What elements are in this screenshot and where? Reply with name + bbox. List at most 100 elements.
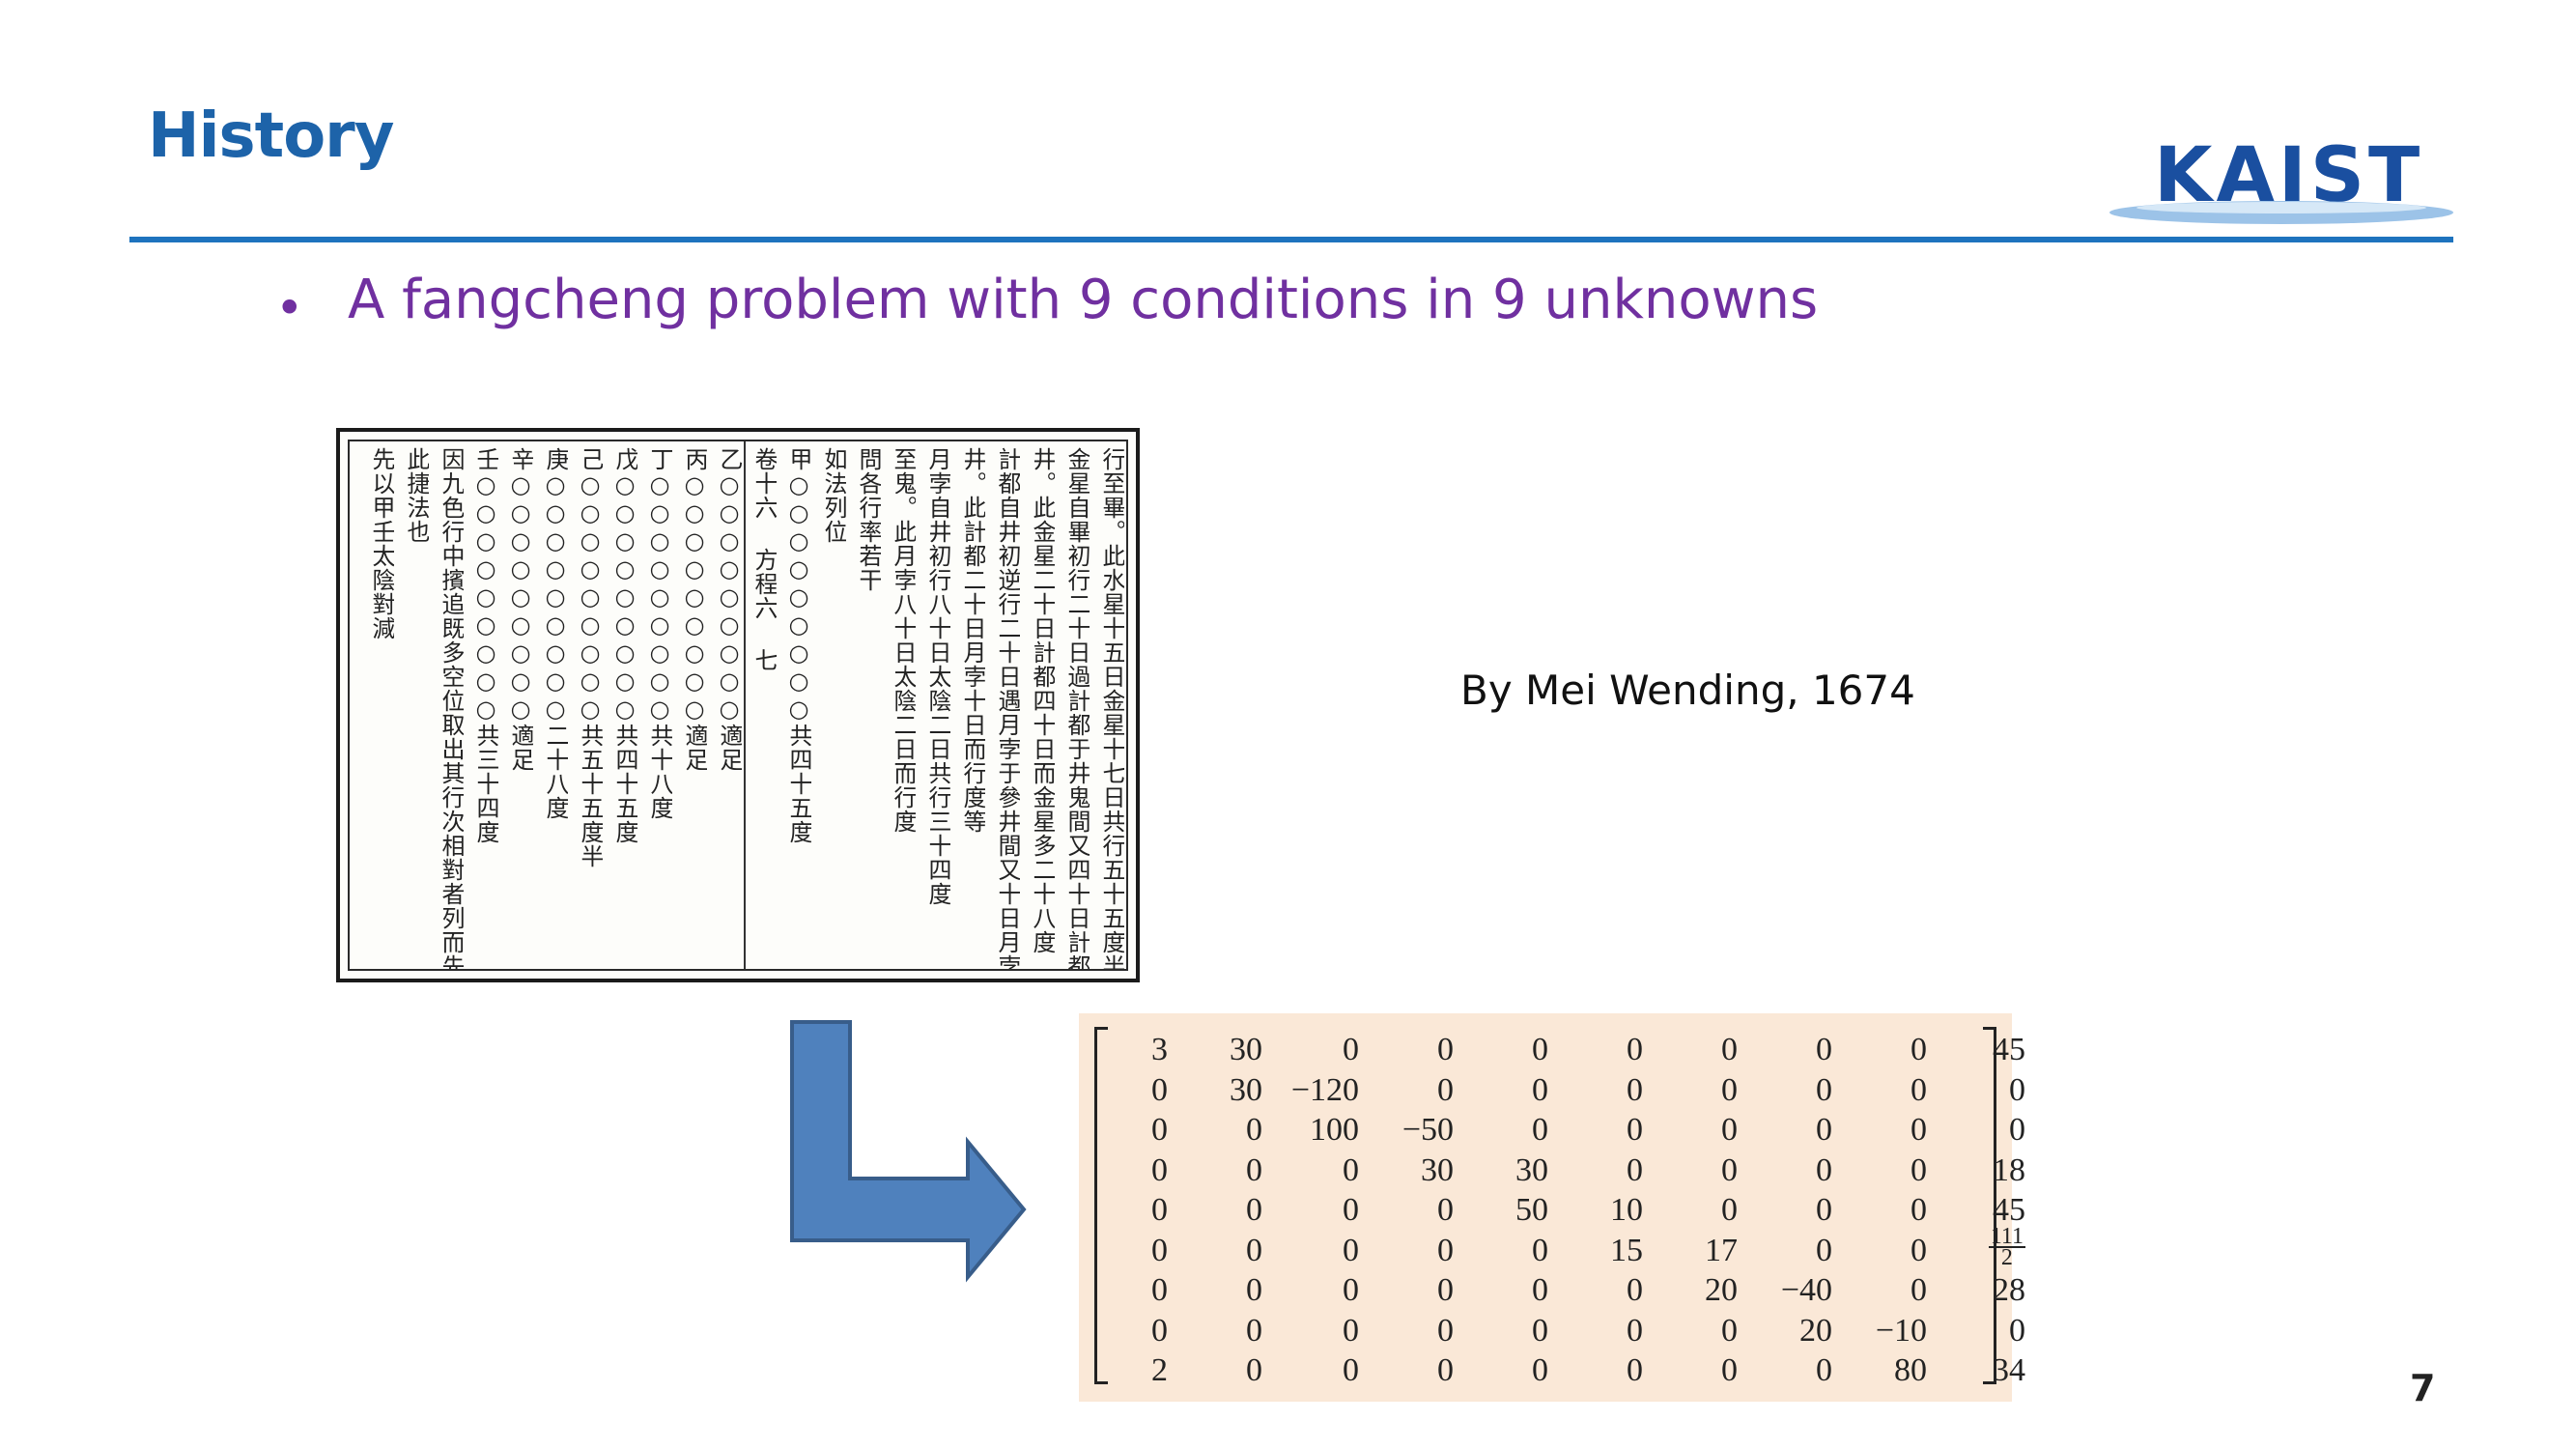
matrix-cell: 10 — [1610, 1192, 1643, 1228]
matrix-cell: 0 — [1721, 1071, 1738, 1108]
matrix-cell: 0 — [1151, 1232, 1168, 1268]
matrix-cell: 20 — [1799, 1312, 1832, 1349]
matrix-cell: 111 2 — [1988, 1223, 2025, 1270]
matrix-cell: 0 — [1816, 1071, 1832, 1108]
matrix-cell: 0 — [1343, 1032, 1359, 1067]
matrix-cell: 0 — [1721, 1192, 1738, 1228]
matrix-cell: 0 — [1627, 1071, 1643, 1108]
matrix-cell: 0 — [1246, 1192, 1262, 1228]
manuscript-image: 行至畢。此水星十五日金星十七日共行五十五度半 金星自畢初行二十日過計都于井鬼間又四… — [336, 428, 1140, 982]
matrix-cell: 0 — [1151, 1272, 1168, 1308]
matrix-cell: 50 — [1515, 1192, 1548, 1228]
logo-swoosh — [2109, 201, 2453, 224]
matrix-cell: 0 — [1437, 1032, 1454, 1067]
matrix-cell: 0 — [1532, 1112, 1548, 1148]
matrix-cell: −40 — [1780, 1272, 1832, 1308]
matrix-cell: 0 — [1721, 1312, 1738, 1349]
matrix-cell: 0 — [1911, 1232, 1927, 1268]
matrix-cell: 0 — [1816, 1151, 1832, 1188]
matrix-cell: 18 — [1993, 1151, 2025, 1188]
matrix-cell: 28 — [1993, 1272, 2025, 1308]
matrix-cell: 0 — [1816, 1352, 1832, 1388]
matrix-cell: 0 — [1437, 1232, 1454, 1268]
matrix-cell: 0 — [1911, 1272, 1927, 1308]
matrix-cell: 0 — [1721, 1032, 1738, 1067]
manuscript-column: 壬○○○○○○○○○共三十四度 — [472, 447, 498, 844]
manuscript-column: 行至畢。此水星十五日金星十七日共行五十五度半 — [1098, 447, 1124, 969]
matrix-cell: 0 — [1627, 1032, 1643, 1067]
matrix-cell: 0 — [1151, 1192, 1168, 1228]
matrix-cell: 0 — [1532, 1272, 1548, 1308]
manuscript-column: 井。此金星二十日計都四十日而金星多二十八度 — [1029, 447, 1055, 954]
manuscript-divider — [744, 441, 746, 969]
slide-title: History — [148, 100, 394, 172]
matrix-cell: −50 — [1401, 1112, 1454, 1148]
manuscript-column: 卷十六 方程六 七 — [750, 447, 777, 672]
matrix-cell: 0 — [1532, 1312, 1548, 1349]
matrix-cell: 20 — [1705, 1272, 1738, 1308]
manuscript-column: 甲○○○○○○○○○共四十五度 — [785, 447, 811, 844]
matrix-cell: 0 — [1437, 1352, 1454, 1388]
manuscript-column: 乙○○○○○○○○○適足 — [716, 447, 742, 772]
matrix-cell: 0 — [1151, 1312, 1168, 1349]
matrix-cell: 0 — [1246, 1151, 1262, 1188]
matrix-cell: 0 — [1343, 1272, 1359, 1308]
matrix-cell: 0 — [1532, 1071, 1548, 1108]
matrix-cell: 30 — [1230, 1071, 1262, 1108]
manuscript-column: 計都自井初逆行二十日遇月孛于參井間又十日月孛行至 — [994, 447, 1020, 969]
matrix-cell: 0 — [1627, 1272, 1643, 1308]
matrix-cell: 0 — [1246, 1352, 1262, 1388]
manuscript-column: 先以甲壬太陰對減 — [368, 447, 394, 640]
manuscript-column: 至鬼。此月孛八十日太陰二日而行度 — [890, 447, 916, 834]
matrix-cell: 0 — [1816, 1192, 1832, 1228]
matrix-cell: 0 — [1816, 1112, 1832, 1148]
matrix-cell: 0 — [1437, 1272, 1454, 1308]
matrix-cell: 30 — [1421, 1151, 1454, 1188]
manuscript-column: 丙○○○○○○○○○適足 — [681, 447, 707, 772]
matrix-cell: 80 — [1894, 1352, 1927, 1388]
matrix-cell: 0 — [1721, 1112, 1738, 1148]
matrix-cell: 0 — [2009, 1112, 2025, 1148]
matrix-cell: 2 — [1151, 1352, 1168, 1388]
manuscript-column: 金星自畢初行二十日過計都于井鬼間又四十日計都退至 — [1063, 447, 1090, 969]
matrix-cell: 0 — [1721, 1151, 1738, 1188]
manuscript-column: 問各行率若干 — [855, 447, 881, 592]
matrix-cell: 0 — [1343, 1312, 1359, 1349]
bullet-text: A fangcheng problem with 9 conditions in… — [348, 269, 1819, 331]
matrix-cell: 0 — [1532, 1032, 1548, 1067]
matrix-cell: 0 — [2009, 1071, 2025, 1108]
matrix-cell: 17 — [1705, 1232, 1738, 1268]
manuscript-column: 辛○○○○○○○○○適足 — [507, 447, 533, 772]
manuscript-column: 如法列位 — [820, 447, 846, 544]
matrix-cell: 34 — [1993, 1352, 2025, 1388]
matrix-cell: 0 — [1911, 1192, 1927, 1228]
manuscript-column: 此捷法也 — [403, 447, 429, 544]
matrix-cell: 0 — [1437, 1312, 1454, 1349]
matrix-cell: 0 — [1246, 1232, 1262, 1268]
matrix-cell: 30 — [1230, 1032, 1262, 1067]
matrix-cell: 0 — [1246, 1272, 1262, 1308]
manuscript-column: 己○○○○○○○○○共五十五度半 — [577, 447, 603, 868]
matrix-cell: 0 — [1151, 1151, 1168, 1188]
attribution-caption: By Mei Wending, 1674 — [1460, 667, 1915, 714]
matrix-cell: 0 — [1246, 1312, 1262, 1349]
matrix-cell: −120 — [1290, 1071, 1359, 1108]
matrix-cell: 0 — [1532, 1232, 1548, 1268]
matrix-cell: 0 — [1816, 1232, 1832, 1268]
manuscript-column: 庚○○○○○○○○○二十八度 — [542, 447, 568, 820]
matrix-cell: 0 — [1151, 1112, 1168, 1148]
bent-arrow-icon — [790, 1020, 1027, 1283]
matrix-cell: 0 — [1911, 1032, 1927, 1067]
manuscript-column: 因九色行中擯追既多空位取出其行次相對者列而先乘 — [438, 447, 464, 969]
matrix-cell: 15 — [1610, 1232, 1643, 1268]
matrix-cell: 0 — [1627, 1312, 1643, 1349]
matrix-cell: 0 — [1627, 1112, 1643, 1148]
matrix-cell: 0 — [1816, 1032, 1832, 1067]
matrix-cell: 0 — [1627, 1352, 1643, 1388]
matrix-cell: 0 — [2009, 1312, 2025, 1349]
matrix-cell: 100 — [1310, 1112, 1359, 1148]
matrix-cell: 0 — [1343, 1151, 1359, 1188]
bullet-marker: • — [275, 280, 304, 336]
manuscript-text-area: 行至畢。此水星十五日金星十七日共行五十五度半 金星自畢初行二十日過計都于井鬼間又四… — [348, 440, 1128, 971]
matrix-cell: −10 — [1875, 1312, 1927, 1349]
